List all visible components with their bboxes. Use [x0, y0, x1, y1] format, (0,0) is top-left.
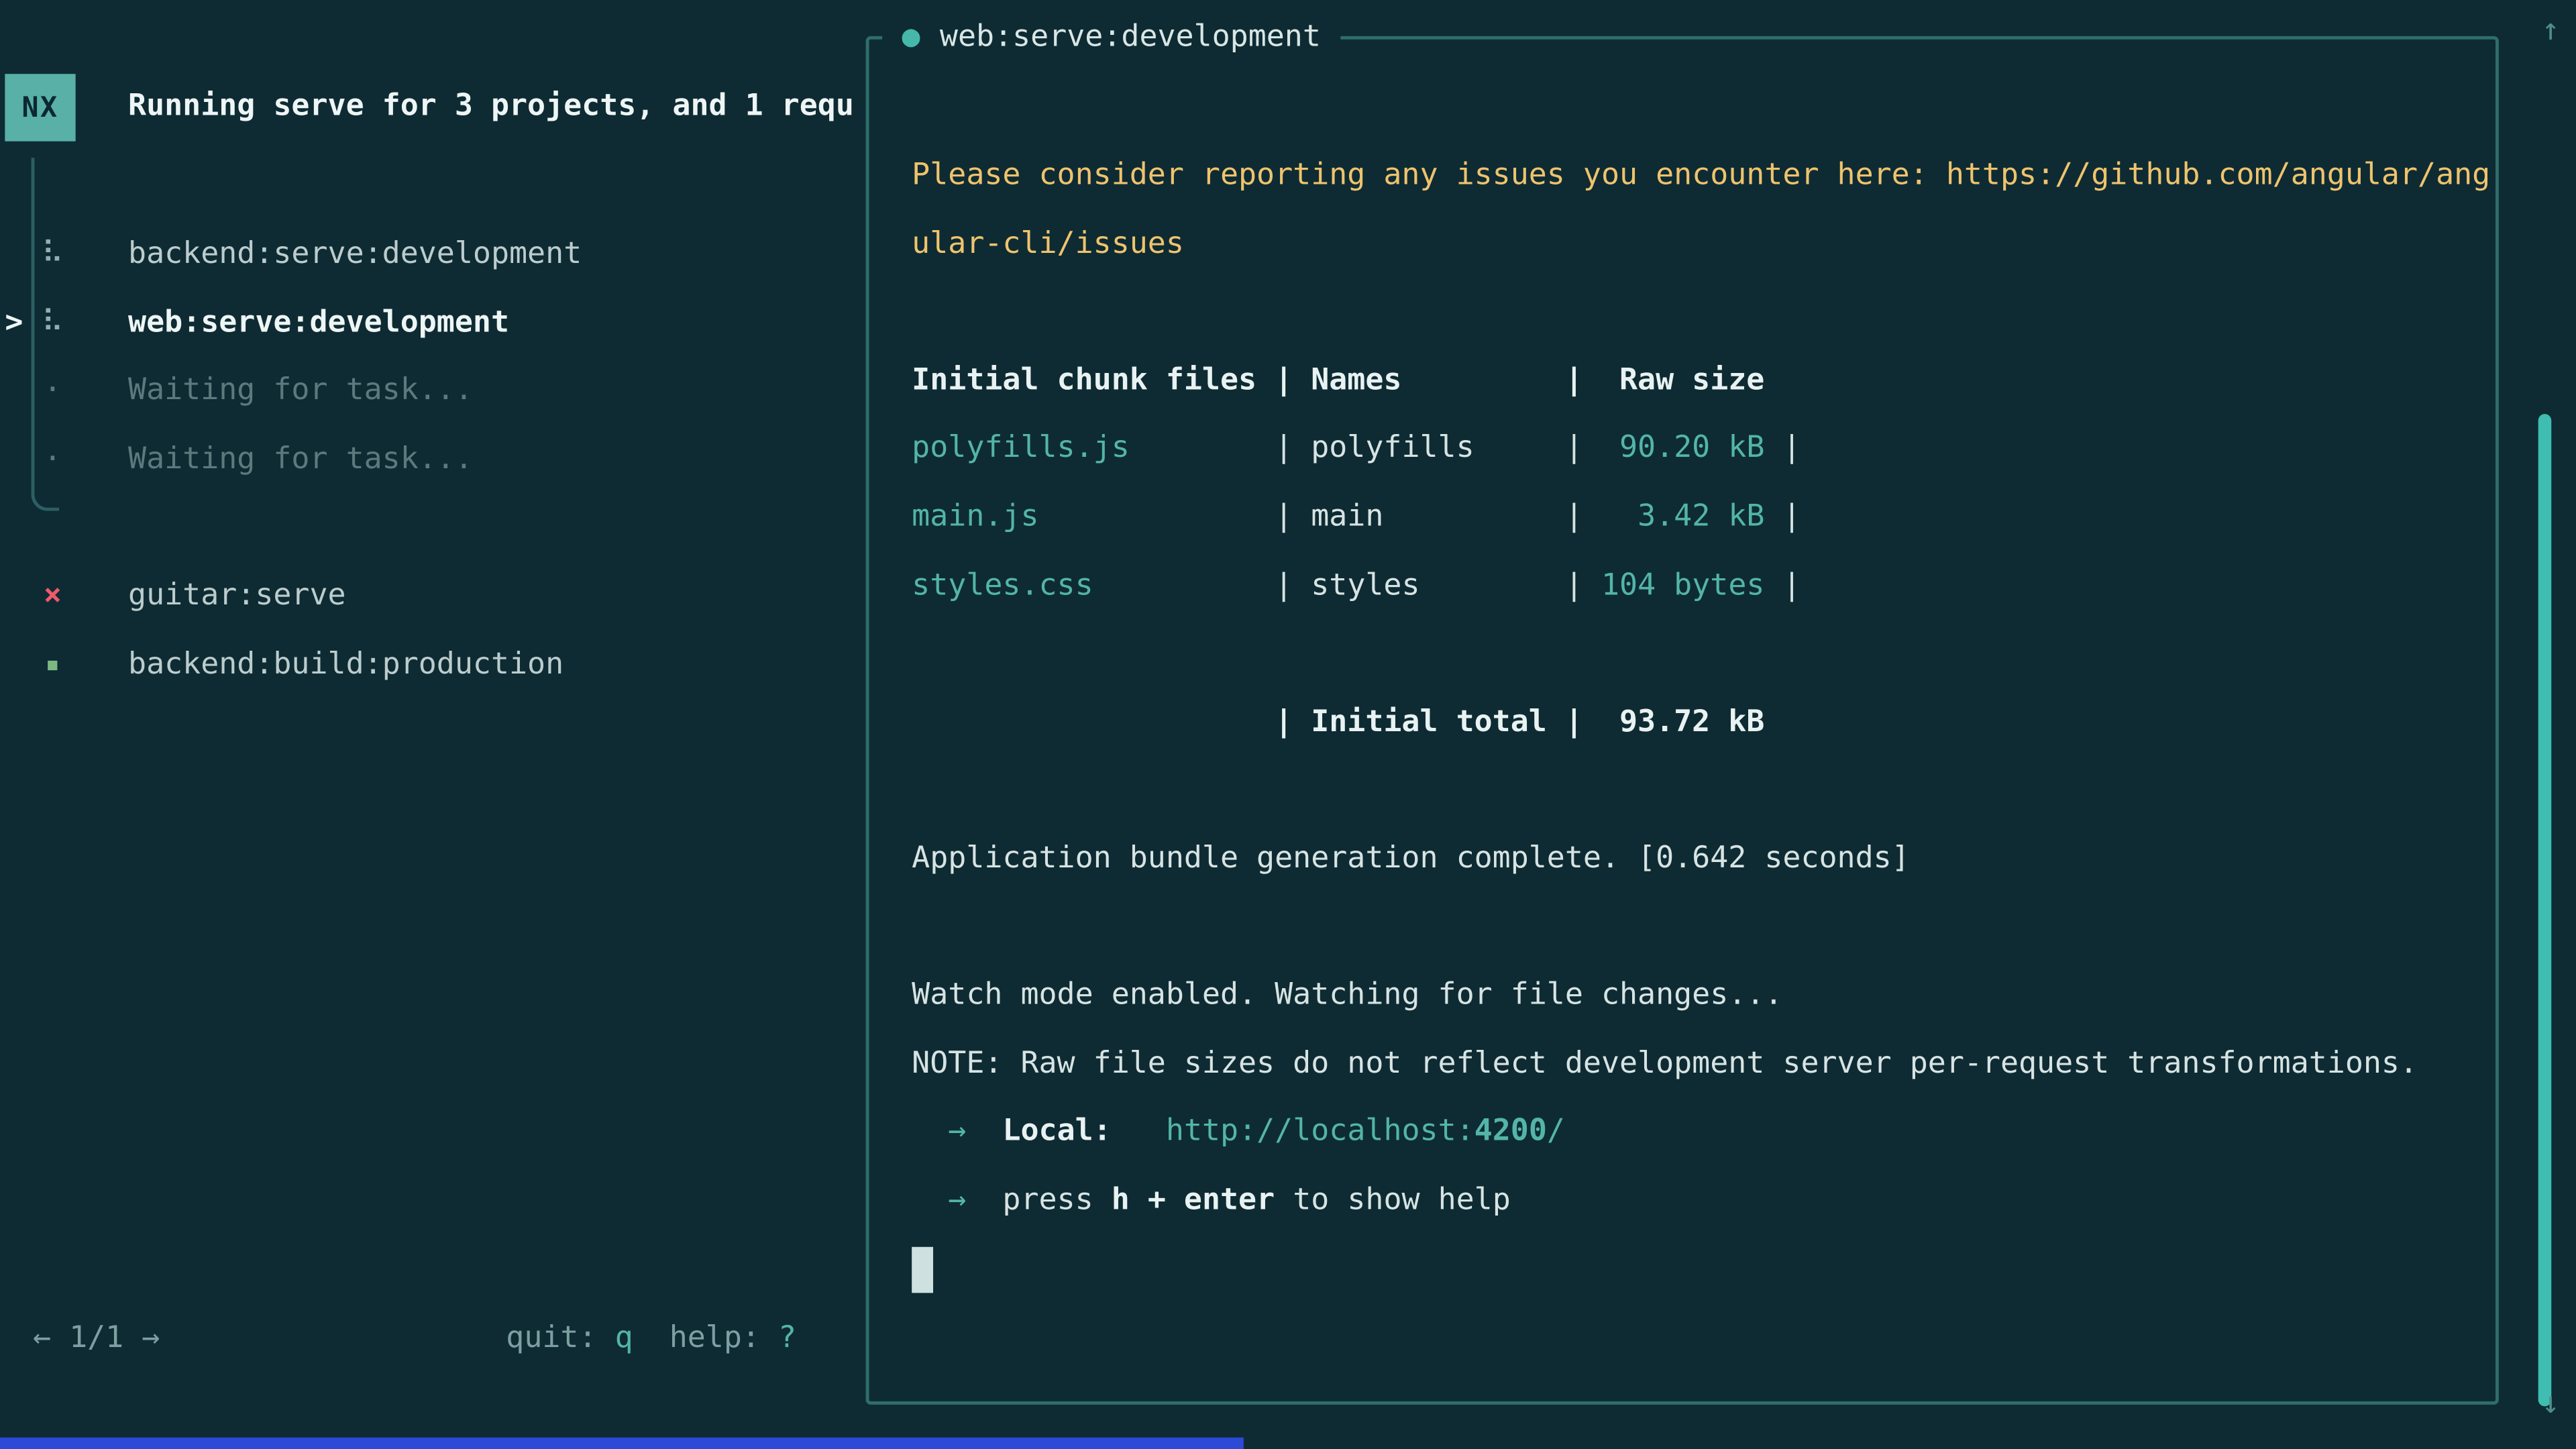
terminal-line: Initial chunk files | Names | Raw size	[912, 346, 2482, 415]
keyboard-hints: quit: q help: ?	[506, 1314, 796, 1363]
terminal-cursor	[912, 1246, 933, 1293]
pager: ← 1/1 →	[33, 1314, 160, 1363]
scroll-down-icon[interactable]: ↓	[2541, 1380, 2559, 1429]
task-status-icon: ⠧	[33, 220, 72, 288]
text-segment: →	[912, 1183, 966, 1217]
text-segment: ular-cli/issues	[912, 226, 1184, 260]
terminal-line	[912, 893, 2482, 961]
scrollbar-thumb[interactable]	[2538, 414, 2552, 1406]
text-segment: 90.20 kB	[1601, 431, 1764, 466]
text-segment: main.js	[912, 499, 1038, 533]
text-segment: |	[1764, 431, 1801, 466]
hint-label: quit:	[506, 1321, 614, 1355]
task-row[interactable]: · Waiting for task...	[0, 425, 854, 494]
text-segment: Please consider reporting any issues you…	[912, 158, 2490, 192]
text-segment: 4200	[1474, 1114, 1547, 1148]
hint-label: help:	[633, 1321, 778, 1355]
terminal-output: Please consider reporting any issues you…	[912, 142, 2482, 1303]
terminal-line	[912, 756, 2482, 824]
text-segment: Local:	[1002, 1114, 1111, 1148]
text-segment: press	[966, 1183, 1111, 1217]
bottom-blue-bar	[0, 1438, 1244, 1449]
text-segment: | styles |	[1093, 568, 1601, 602]
task-row[interactable]: ▪ backend:build:production	[0, 630, 854, 698]
text-segment: http://localhost:	[1166, 1114, 1474, 1148]
text-segment: |	[1764, 499, 1801, 533]
pager-next-icon[interactable]: →	[142, 1321, 160, 1355]
task-status-icon: ·	[33, 425, 72, 494]
output-panel-title: ● web:serve:development	[882, 13, 1340, 62]
terminal-line: polyfills.js | polyfills | 90.20 kB |	[912, 415, 2482, 483]
terminal-line: Watch mode enabled. Watching for file ch…	[912, 961, 2482, 1030]
text-segment: polyfills.js	[912, 431, 1130, 466]
text-segment: NOTE: Raw file sizes do not reflect deve…	[912, 1046, 2418, 1080]
text-segment: |	[1764, 568, 1801, 602]
text-segment	[966, 1114, 1002, 1148]
task-row[interactable]: >⠧ web:serve:development	[0, 288, 854, 357]
terminal-screen: NX Running serve for 3 projects, and 1 r…	[0, 0, 2576, 1449]
task-label: Waiting for task...	[128, 425, 473, 494]
scroll-up-icon[interactable]: ↑	[2541, 7, 2559, 56]
text-segment	[1112, 1114, 1166, 1148]
task-label: backend:build:production	[128, 630, 564, 698]
nx-logo: NX	[5, 74, 75, 141]
task-row[interactable]: ⠧ backend:serve:development	[0, 220, 854, 288]
running-status-icon: ●	[902, 19, 920, 54]
text-segment: /	[1547, 1114, 1565, 1148]
terminal-line: styles.css | styles | 104 bytes |	[912, 551, 2482, 620]
pager-label: 1/1	[51, 1321, 142, 1355]
terminal-line: → press h + enter to show help	[912, 1167, 2482, 1235]
task-label: guitar:serve	[128, 561, 346, 630]
terminal-line: NOTE: Raw file sizes do not reflect deve…	[912, 1030, 2482, 1098]
terminal-line	[912, 278, 2482, 346]
text-segment: 104 bytes	[1601, 568, 1764, 602]
task-spacer	[0, 494, 854, 562]
task-row[interactable]: × guitar:serve	[0, 561, 854, 630]
page-title: Running serve for 3 projects, and 1 requ	[128, 84, 857, 130]
task-status-icon: ·	[33, 357, 72, 425]
terminal-line: Application bundle generation complete. …	[912, 824, 2482, 893]
task-status-icon: ⠧	[33, 288, 72, 357]
pager-prev-icon[interactable]: ←	[33, 1321, 51, 1355]
terminal-line: main.js | main | 3.42 kB |	[912, 483, 2482, 551]
text-segment: →	[912, 1114, 966, 1148]
text-segment: styles.css	[912, 568, 1093, 602]
text-segment: 3.42 kB	[1601, 499, 1764, 533]
hint-key: ?	[778, 1321, 796, 1355]
text-segment: | main |	[1039, 499, 1601, 533]
task-list: ⠧ backend:serve:development >⠧ web:serve:de…	[0, 220, 854, 698]
terminal-line: | Initial total | 93.72 kB	[912, 688, 2482, 757]
text-segment: h + enter	[1112, 1183, 1275, 1217]
terminal-line	[912, 1234, 2482, 1303]
terminal-line: → Local: http://localhost:4200/	[912, 1098, 2482, 1167]
text-segment: Watch mode enabled. Watching for file ch…	[912, 977, 1782, 1012]
output-panel[interactable]: ●web:serve:development Please consider r…	[866, 36, 2499, 1405]
task-label: Waiting for task...	[128, 357, 473, 425]
text-segment: Initial chunk files | Names | Raw size	[912, 363, 1764, 397]
terminal-line: Please consider reporting any issues you…	[912, 142, 2482, 210]
task-label: web:serve:development	[128, 288, 509, 357]
task-label: backend:serve:development	[128, 220, 582, 288]
terminal-line: ular-cli/issues	[912, 209, 2482, 278]
text-segment: to show help	[1275, 1183, 1511, 1217]
task-status-icon: ▪	[33, 630, 72, 698]
task-row[interactable]: · Waiting for task...	[0, 357, 854, 425]
task-status-icon: ×	[33, 561, 72, 630]
output-panel-task-name: web:serve:development	[940, 19, 1321, 54]
text-segment: | Initial total | 93.72 kB	[912, 704, 1764, 739]
text-segment: | polyfills |	[1130, 431, 1601, 466]
hint-key: q	[615, 1321, 633, 1355]
terminal-line	[912, 620, 2482, 688]
active-task-arrow-icon: >	[5, 288, 23, 357]
text-segment: Application bundle generation complete. …	[912, 841, 1910, 875]
